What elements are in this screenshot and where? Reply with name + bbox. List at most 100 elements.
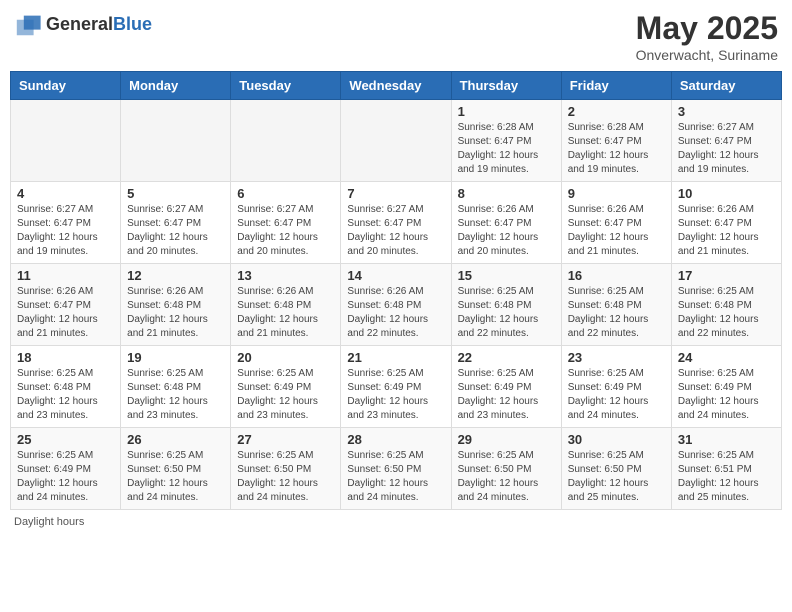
day-number: 24: [678, 350, 775, 365]
calendar-cell: 3 Sunrise: 6:27 AMSunset: 6:47 PMDaylight…: [671, 100, 781, 182]
calendar-week-row: 11 Sunrise: 6:26 AMSunset: 6:47 PMDayligh…: [11, 264, 782, 346]
day-number: 31: [678, 432, 775, 447]
calendar-body: 1 Sunrise: 6:28 AMSunset: 6:47 PMDaylight…: [11, 100, 782, 510]
day-info: Sunrise: 6:27 AMSunset: 6:47 PMDaylight:…: [237, 203, 334, 259]
day-number: 5: [127, 186, 224, 201]
calendar-cell: 25 Sunrise: 6:25 AMSunset: 6:49 PMDayligh…: [11, 428, 121, 510]
logo-blue: Blue: [113, 14, 152, 34]
main-title: May 2025: [636, 10, 778, 47]
day-info: Sunrise: 6:25 AMSunset: 6:49 PMDaylight:…: [678, 367, 775, 423]
calendar-cell: 17 Sunrise: 6:25 AMSunset: 6:48 PMDayligh…: [671, 264, 781, 346]
weekday-header-wednesday: Wednesday: [341, 72, 451, 100]
day-number: 11: [17, 268, 114, 283]
day-info: Sunrise: 6:25 AMSunset: 6:49 PMDaylight:…: [347, 367, 444, 423]
day-info: Sunrise: 6:26 AMSunset: 6:47 PMDaylight:…: [678, 203, 775, 259]
day-number: 16: [568, 268, 665, 283]
day-number: 1: [458, 104, 555, 119]
calendar-header: SundayMondayTuesdayWednesdayThursdayFrid…: [11, 72, 782, 100]
calendar-cell: 26 Sunrise: 6:25 AMSunset: 6:50 PMDayligh…: [121, 428, 231, 510]
calendar-cell: 9Sunrise: 6:26 AMSunset: 6:47 PMDaylight…: [561, 182, 671, 264]
calendar-cell: [11, 100, 121, 182]
day-info: Sunrise: 6:25 AMSunset: 6:50 PMDaylight:…: [237, 449, 334, 505]
day-info: Sunrise: 6:25 AMSunset: 6:50 PMDaylight:…: [568, 449, 665, 505]
day-number: 22: [458, 350, 555, 365]
logo-general: General: [46, 14, 113, 34]
day-number: 21: [347, 350, 444, 365]
calendar-cell: 8 Sunrise: 6:26 AMSunset: 6:47 PMDaylight…: [451, 182, 561, 264]
day-number: 26: [127, 432, 224, 447]
day-info: Sunrise: 6:27 AMSunset: 6:47 PMDaylight:…: [347, 203, 444, 259]
calendar-cell: 11 Sunrise: 6:26 AMSunset: 6:47 PMDayligh…: [11, 264, 121, 346]
calendar-cell: 5 Sunrise: 6:27 AMSunset: 6:47 PMDaylight…: [121, 182, 231, 264]
weekday-header-monday: Monday: [121, 72, 231, 100]
day-info: Sunrise: 6:25 AMSunset: 6:49 PMDaylight:…: [237, 367, 334, 423]
calendar-cell: 30Sunrise: 6:25 AMSunset: 6:50 PMDayligh…: [561, 428, 671, 510]
day-info: Sunrise: 6:25 AMSunset: 6:50 PMDaylight:…: [127, 449, 224, 505]
day-number: 15: [458, 268, 555, 283]
weekday-header-saturday: Saturday: [671, 72, 781, 100]
day-info: Sunrise: 6:25 AMSunset: 6:50 PMDaylight:…: [347, 449, 444, 505]
calendar-cell: 4Sunrise: 6:27 AMSunset: 6:47 PMDaylight…: [11, 182, 121, 264]
day-number: 3: [678, 104, 775, 119]
day-info: Sunrise: 6:25 AMSunset: 6:49 PMDaylight:…: [458, 367, 555, 423]
day-info: Sunrise: 6:27 AMSunset: 6:47 PMDaylight:…: [678, 121, 775, 177]
day-number: 17: [678, 268, 775, 283]
calendar-cell: 19 Sunrise: 6:25 AMSunset: 6:48 PMDayligh…: [121, 346, 231, 428]
day-info: Sunrise: 6:25 AMSunset: 6:50 PMDaylight:…: [458, 449, 555, 505]
weekday-header-friday: Friday: [561, 72, 671, 100]
weekday-header-row: SundayMondayTuesdayWednesdayThursdayFrid…: [11, 72, 782, 100]
day-number: 19: [127, 350, 224, 365]
calendar-week-row: 18 Sunrise: 6:25 AMSunset: 6:48 PMDayligh…: [11, 346, 782, 428]
calendar-week-row: 4Sunrise: 6:27 AMSunset: 6:47 PMDaylight…: [11, 182, 782, 264]
calendar-cell: 10Sunrise: 6:26 AMSunset: 6:47 PMDayligh…: [671, 182, 781, 264]
day-number: 28: [347, 432, 444, 447]
day-number: 14: [347, 268, 444, 283]
calendar-cell: 15 Sunrise: 6:25 AMSunset: 6:48 PMDayligh…: [451, 264, 561, 346]
logo-text: GeneralBlue: [46, 14, 152, 35]
day-info: Sunrise: 6:25 AMSunset: 6:48 PMDaylight:…: [127, 367, 224, 423]
calendar-cell: 7 Sunrise: 6:27 AMSunset: 6:47 PMDaylight…: [341, 182, 451, 264]
footer: Daylight hours: [10, 516, 782, 528]
weekday-header-tuesday: Tuesday: [231, 72, 341, 100]
day-info: Sunrise: 6:26 AMSunset: 6:47 PMDaylight:…: [17, 285, 114, 341]
page-header: GeneralBlue May 2025 Onverwacht, Surinam…: [10, 10, 782, 63]
calendar-cell: 22 Sunrise: 6:25 AMSunset: 6:49 PMDayligh…: [451, 346, 561, 428]
day-number: 8: [458, 186, 555, 201]
title-block: May 2025 Onverwacht, Suriname: [636, 10, 778, 63]
day-number: 12: [127, 268, 224, 283]
calendar-cell: 29Sunrise: 6:25 AMSunset: 6:50 PMDayligh…: [451, 428, 561, 510]
calendar-cell: 24 Sunrise: 6:25 AMSunset: 6:49 PMDayligh…: [671, 346, 781, 428]
calendar-cell: 6 Sunrise: 6:27 AMSunset: 6:47 PMDaylight…: [231, 182, 341, 264]
calendar-cell: [341, 100, 451, 182]
calendar-cell: 27 Sunrise: 6:25 AMSunset: 6:50 PMDayligh…: [231, 428, 341, 510]
calendar-cell: 23Sunrise: 6:25 AMSunset: 6:49 PMDayligh…: [561, 346, 671, 428]
logo: GeneralBlue: [14, 10, 152, 38]
day-number: 25: [17, 432, 114, 447]
day-number: 13: [237, 268, 334, 283]
day-info: Sunrise: 6:25 AMSunset: 6:48 PMDaylight:…: [458, 285, 555, 341]
weekday-header-thursday: Thursday: [451, 72, 561, 100]
day-info: Sunrise: 6:25 AMSunset: 6:49 PMDaylight:…: [568, 367, 665, 423]
day-number: 27: [237, 432, 334, 447]
day-number: 18: [17, 350, 114, 365]
weekday-header-sunday: Sunday: [11, 72, 121, 100]
calendar-cell: 12 Sunrise: 6:26 AMSunset: 6:48 PMDayligh…: [121, 264, 231, 346]
calendar-cell: 20Sunrise: 6:25 AMSunset: 6:49 PMDayligh…: [231, 346, 341, 428]
day-number: 6: [237, 186, 334, 201]
subtitle: Onverwacht, Suriname: [636, 47, 778, 63]
day-info: Sunrise: 6:26 AMSunset: 6:48 PMDaylight:…: [127, 285, 224, 341]
day-info: Sunrise: 6:25 AMSunset: 6:48 PMDaylight:…: [568, 285, 665, 341]
day-info: Sunrise: 6:27 AMSunset: 6:47 PMDaylight:…: [127, 203, 224, 259]
calendar-cell: 13 Sunrise: 6:26 AMSunset: 6:48 PMDayligh…: [231, 264, 341, 346]
calendar-table: SundayMondayTuesdayWednesdayThursdayFrid…: [10, 71, 782, 510]
calendar-cell: 14Sunrise: 6:26 AMSunset: 6:48 PMDayligh…: [341, 264, 451, 346]
day-info: Sunrise: 6:28 AMSunset: 6:47 PMDaylight:…: [568, 121, 665, 177]
day-info: Sunrise: 6:26 AMSunset: 6:48 PMDaylight:…: [237, 285, 334, 341]
calendar-week-row: 25 Sunrise: 6:25 AMSunset: 6:49 PMDayligh…: [11, 428, 782, 510]
day-info: Sunrise: 6:25 AMSunset: 6:48 PMDaylight:…: [678, 285, 775, 341]
day-info: Sunrise: 6:25 AMSunset: 6:49 PMDaylight:…: [17, 449, 114, 505]
day-number: 7: [347, 186, 444, 201]
calendar-cell: 18Sunrise: 6:25 AMSunset: 6:48 PMDayligh…: [11, 346, 121, 428]
day-info: Sunrise: 6:26 AMSunset: 6:47 PMDaylight:…: [458, 203, 555, 259]
calendar-cell: 21 Sunrise: 6:25 AMSunset: 6:49 PMDayligh…: [341, 346, 451, 428]
